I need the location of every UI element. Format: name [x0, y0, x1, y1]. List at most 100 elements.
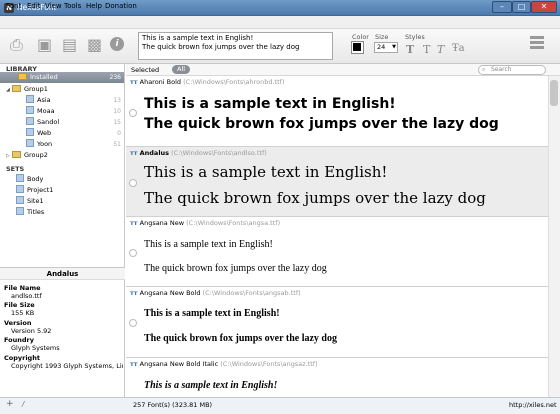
info-key-copyright: Copyright: [4, 354, 40, 362]
font-sample-line-1: This is a sample text in English!: [144, 380, 278, 391]
chevron-down-icon: ▼: [392, 44, 396, 50]
menu-lines-icon[interactable]: [530, 36, 544, 54]
font-select-radio[interactable]: [129, 249, 137, 257]
color-label: Color: [352, 33, 369, 41]
print-icon[interactable]: ⎙: [10, 37, 23, 53]
edit-icon[interactable]: /: [22, 400, 24, 408]
menu-edit[interactable]: Edit: [27, 2, 41, 10]
size-value: 24: [377, 43, 386, 51]
set-item-label: Site1: [27, 197, 44, 205]
library-item-sandol[interactable]: Sandol 15: [0, 117, 124, 128]
font-name: Angsana New Bold: [139, 289, 201, 297]
menu-help[interactable]: Help: [86, 2, 102, 10]
sets-header: SETS: [6, 165, 25, 173]
folder-icon[interactable]: ▣: [37, 37, 52, 53]
search-input[interactable]: ⌕ Search: [478, 65, 546, 75]
sample-line-2: The quick brown fox jumps over the lazy …: [142, 43, 300, 51]
size-label: Size: [375, 33, 389, 41]
info-key-version: Version: [4, 319, 32, 327]
truetype-icon: ᴛᴛ: [130, 149, 138, 157]
menu-donation[interactable]: Donation: [105, 2, 137, 10]
font-select-radio[interactable]: [129, 179, 137, 187]
library-item-moaa[interactable]: Moaa 10: [0, 106, 124, 117]
library-item-label: Web: [37, 129, 52, 137]
color-swatch[interactable]: [351, 41, 364, 54]
info-value-copyright: Copyright 1993 Glyph Systems, Limit...: [11, 362, 123, 370]
font-sample-line-2: The quick brown fox jumps over the lazy …: [144, 263, 327, 274]
library-item-group2[interactable]: ▷ Group2: [0, 150, 124, 161]
all-filter[interactable]: All: [172, 65, 191, 74]
menu-view[interactable]: View: [45, 2, 62, 10]
font-row-andalus[interactable]: ᴛᴛ Andalus (C:\Windows\Fonts\andlso.ttf)…: [126, 147, 548, 217]
lock-icon[interactable]: ▩: [87, 37, 102, 53]
library-item-web[interactable]: Web 0: [0, 128, 124, 139]
library-item-count: 0: [117, 130, 121, 137]
menu-tools[interactable]: Tools: [64, 2, 81, 10]
font-name: Angsana New: [139, 219, 185, 227]
font-list: ᴛᴛ Aharoni Bold (C:\Windows\Fonts\ahronb…: [126, 76, 548, 397]
font-row-angsana-new[interactable]: ᴛᴛ Angsana New (C:\Windows\Fonts\angsa.t…: [126, 217, 548, 287]
font-path: (C:\Windows\Fonts\angsab.ttf): [202, 289, 301, 297]
library-item-label: Group2: [23, 151, 48, 159]
set-item-body[interactable]: Body: [0, 174, 124, 185]
library-item-group1[interactable]: ◢ Group1: [0, 84, 124, 95]
set-item-titles[interactable]: Titles: [0, 207, 124, 218]
menu-font[interactable]: Font: [6, 2, 21, 10]
font-row-angsana-new-bold[interactable]: ᴛᴛ Angsana New Bold (C:\Windows\Fonts\an…: [126, 287, 548, 358]
set-item-label: Body: [27, 175, 44, 183]
search-icon: ⌕: [482, 66, 486, 73]
set-item-site1[interactable]: Site1: [0, 196, 124, 207]
library-item-installed[interactable]: Installed 236: [0, 72, 124, 83]
library-item-count: 51: [113, 141, 121, 148]
library-item-asia[interactable]: Asia 13: [0, 95, 124, 106]
font-style-icon[interactable]: Ŧa: [452, 43, 465, 54]
font-path: (C:\Windows\Fonts\angsaz.ttf): [220, 360, 318, 368]
add-icon[interactable]: +: [6, 399, 14, 409]
library-item-label: Installed: [30, 73, 58, 81]
font-row-angsana-new-bold-italic[interactable]: ᴛᴛ Angsana New Bold Italic (C:\Windows\F…: [126, 358, 548, 397]
info-key-foundry: Foundry: [4, 336, 34, 344]
website-link[interactable]: http://xiles.net: [509, 401, 557, 409]
sample-text-input[interactable]: This is a sample text in English! The qu…: [138, 32, 333, 60]
title-bar: [0, 0, 560, 16]
font-sample-line-1: This is a sample text in English!: [144, 163, 388, 181]
font-path: (C:\Windows\Fonts\ahronbd.ttf): [183, 78, 285, 86]
font-name: Aharoni Bold: [139, 78, 182, 86]
font-list-scrollbar[interactable]: [548, 76, 560, 397]
font-name: Angsana New Bold Italic: [139, 360, 219, 368]
expand-arrow-icon[interactable]: ◢: [6, 87, 10, 93]
font-select-radio[interactable]: [129, 109, 137, 117]
italic-style-icon[interactable]: T: [437, 43, 444, 56]
scrollbar-thumb[interactable]: [550, 80, 558, 106]
font-row-aharoni-bold[interactable]: ᴛᴛ Aharoni Bold (C:\Windows\Fonts\ahronb…: [126, 76, 548, 147]
font-count-status: 257 Font(s) (323.81 MB): [133, 401, 213, 409]
maximize-button[interactable]: □: [512, 1, 531, 13]
info-key-file-size: File Size: [4, 301, 35, 309]
selected-filter[interactable]: Selected: [131, 66, 159, 74]
library-item-label: Asia: [37, 96, 51, 104]
font-folder-icon[interactable]: ▤: [62, 37, 77, 53]
font-sample-line-2: The quick brown fox jumps over the lazy …: [144, 116, 499, 132]
info-icon[interactable]: i: [110, 37, 124, 51]
library-item-yoon[interactable]: Yoon 51: [0, 139, 124, 150]
search-placeholder: Search: [491, 66, 512, 73]
info-value-foundry: Glyph Systems: [11, 344, 60, 352]
font-sample-line-2: The quick brown fox jumps over the lazy …: [144, 333, 337, 344]
font-select-radio[interactable]: [129, 319, 137, 327]
minimize-button[interactable]: –: [492, 1, 512, 13]
regular-style-icon[interactable]: T: [423, 43, 430, 56]
library-item-count: 236: [109, 74, 121, 81]
truetype-icon: ᴛᴛ: [130, 78, 138, 86]
close-button[interactable]: ✕: [531, 1, 557, 13]
bold-style-icon[interactable]: T: [406, 43, 414, 56]
size-select[interactable]: 24 ▼: [374, 42, 398, 53]
library-item-count: 13: [113, 97, 121, 104]
info-value-version: Version 5.92: [11, 327, 52, 335]
font-path: (C:\Windows\Fonts\andlso.ttf): [171, 149, 267, 157]
collapse-arrow-icon[interactable]: ▷: [6, 153, 10, 159]
info-title: Andalus: [0, 268, 125, 280]
menu-bar: [0, 16, 560, 29]
font-path: (C:\Windows\Fonts\angsa.ttf): [186, 219, 281, 227]
font-sample-line-2: The quick brown fox jumps over the lazy …: [144, 189, 486, 207]
set-item-project1[interactable]: Project1: [0, 185, 124, 196]
